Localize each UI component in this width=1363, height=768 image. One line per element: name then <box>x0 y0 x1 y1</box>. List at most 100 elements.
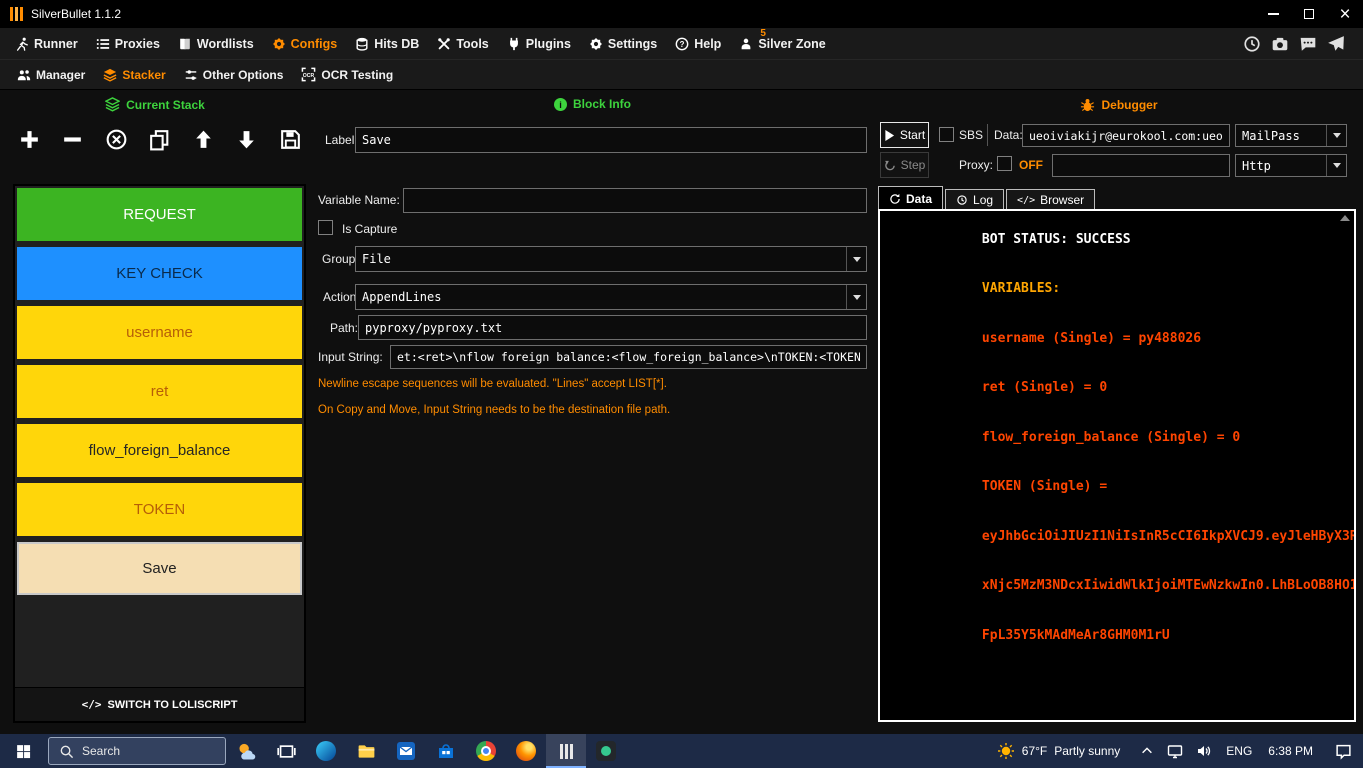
chrome-icon[interactable] <box>466 734 506 768</box>
start-button[interactable]: Start <box>880 122 929 148</box>
group-label: Group: <box>322 252 359 266</box>
stack-panel: REQUEST KEY CHECK username ret flow_fore… <box>14 185 305 722</box>
edge-icon[interactable] <box>306 734 346 768</box>
is-capture-checkbox[interactable] <box>318 220 333 235</box>
action-dropdown[interactable]: AppendLines <box>355 284 867 310</box>
debug-log-line: BOT STATUS: SUCCESS <box>981 231 1131 247</box>
stack-block[interactable]: TOKEN <box>17 483 302 536</box>
menu-hits-db[interactable]: Hits DB <box>346 28 428 59</box>
action-center-icon[interactable] <box>1323 734 1363 768</box>
tab-data[interactable]: Data <box>878 186 944 210</box>
move-up-icon[interactable] <box>188 124 218 154</box>
stack-block[interactable]: REQUEST <box>17 188 302 241</box>
sub-menu: Manager Stacker Other Options OCR OCR Te… <box>0 60 1363 90</box>
volume-icon[interactable] <box>1196 743 1212 759</box>
clock[interactable]: 6:38 PM <box>1258 744 1323 758</box>
weather-condition: Partly sunny <box>1054 744 1121 758</box>
menu-plugins[interactable]: Plugins <box>498 28 580 59</box>
monitor-icon[interactable] <box>1167 743 1183 759</box>
move-down-icon[interactable] <box>232 124 262 154</box>
debug-log-lines: BOT STATUS: SUCCESS VARIABLES: username … <box>888 215 1354 661</box>
debug-log-line: TOKEN (Single) = <box>981 479 1108 494</box>
stack-block[interactable]: flow_foreign_balance <box>17 424 302 477</box>
menu-runner[interactable]: Runner <box>6 28 87 59</box>
sbs-checkbox[interactable] <box>939 127 954 142</box>
stacker-layers-icon <box>103 68 117 82</box>
silverbullet-app-icon[interactable] <box>546 734 586 768</box>
wordlist-type-dropdown[interactable]: MailPass <box>1235 124 1347 147</box>
weather-widget[interactable]: 67°F Partly sunny <box>985 734 1133 768</box>
variable-name-input[interactable] <box>403 188 867 213</box>
tab-log[interactable]: Log <box>945 189 1005 210</box>
maximize-button[interactable] <box>1291 0 1327 28</box>
menu-configs[interactable]: Configs <box>263 28 347 59</box>
stack-block-label: Save <box>142 560 177 577</box>
close-button[interactable]: × <box>1327 0 1363 28</box>
send-icon[interactable] <box>1327 35 1345 53</box>
menu-settings[interactable]: Settings <box>580 28 666 59</box>
copy-move-hint-text: On Copy and Move, Input String needs to … <box>318 404 671 416</box>
submenu-other-options[interactable]: Other Options <box>175 60 293 89</box>
debug-output[interactable]: BOT STATUS: SUCCESS VARIABLES: username … <box>878 209 1356 722</box>
debug-log-line: eyJhbGciOiJIUzI1NiIsInR5cCI6IkpXVCJ9.eyJ… <box>981 528 1354 544</box>
main-content: Current Stack i Block Info Debugger REQU… <box>0 90 1363 734</box>
scroll-up-arrow[interactable] <box>1340 215 1350 221</box>
titlebar: SilverBullet 1.1.2 × <box>0 0 1363 28</box>
task-view-icon[interactable] <box>266 734 306 768</box>
menu-wordlists[interactable]: Wordlists <box>169 28 263 59</box>
step-button[interactable]: Step <box>880 152 929 178</box>
debug-log-line: ret (Single) = 0 <box>981 380 1108 395</box>
stack-block[interactable]: username <box>17 306 302 359</box>
submenu-manager[interactable]: Manager <box>8 60 94 89</box>
data-input[interactable] <box>1022 124 1230 147</box>
save-stack-icon[interactable] <box>275 124 305 154</box>
windows-start-icon <box>15 743 32 760</box>
remove-block-icon[interactable] <box>58 124 88 154</box>
group-dropdown[interactable]: File <box>355 246 867 272</box>
history-icon[interactable] <box>1243 35 1261 53</box>
green-app-icon[interactable] <box>586 734 626 768</box>
tab-browser[interactable]: </> Browser <box>1006 189 1096 210</box>
menu-silver-zone[interactable]: 5 Silver Zone <box>730 28 834 59</box>
path-input[interactable] <box>358 315 867 340</box>
clear-stack-icon[interactable] <box>101 124 131 154</box>
language-indicator[interactable]: ENG <box>1220 744 1258 758</box>
menu-tools[interactable]: Tools <box>428 28 497 59</box>
block-info-form: Label: Variable Name: Is Capture Group: … <box>310 90 875 734</box>
silverbullet-logo-icon <box>10 7 23 21</box>
firefox-icon[interactable] <box>506 734 546 768</box>
news-weather-icon[interactable] <box>226 734 266 768</box>
file-explorer-icon[interactable] <box>346 734 386 768</box>
minimize-button[interactable] <box>1255 0 1291 28</box>
proxy-checkbox[interactable] <box>997 156 1012 171</box>
chat-icon[interactable] <box>1299 35 1317 53</box>
start-button-windows[interactable] <box>0 734 46 768</box>
stack-block-label: KEY CHECK <box>116 265 203 282</box>
proxy-input[interactable] <box>1052 154 1230 177</box>
input-string-input[interactable] <box>390 345 867 369</box>
stack-block[interactable]: ret <box>17 365 302 418</box>
store-icon[interactable] <box>426 734 466 768</box>
add-block-icon[interactable] <box>14 124 44 154</box>
switch-to-loliscript-button[interactable]: </> SWITCH TO LOLISCRIPT <box>15 687 304 721</box>
clone-block-icon[interactable] <box>145 124 175 154</box>
menu-help[interactable]: ? Help <box>666 28 730 59</box>
stack-block[interactable]: KEY CHECK <box>17 247 302 300</box>
proxy-type-dropdown[interactable]: Http <box>1235 154 1347 177</box>
chevron-down-icon <box>1326 125 1346 146</box>
debugger-tabs: Data Log </> Browser <box>878 186 1097 210</box>
data-label: Data: <box>994 128 1023 142</box>
mail-app-icon[interactable] <box>386 734 426 768</box>
menu-proxies[interactable]: Proxies <box>87 28 169 59</box>
close-icon: × <box>1339 3 1351 25</box>
submenu-stacker[interactable]: Stacker <box>94 60 174 89</box>
taskbar-search-box[interactable]: Search <box>48 737 226 765</box>
camera-icon[interactable] <box>1271 35 1289 53</box>
chevron-up-icon[interactable] <box>1140 744 1154 758</box>
chevron-down-icon <box>846 285 866 309</box>
submenu-ocr-testing[interactable]: OCR OCR Testing <box>292 60 402 89</box>
label-input[interactable] <box>355 127 867 153</box>
stack-block-list: REQUEST KEY CHECK username ret flow_fore… <box>17 188 302 601</box>
system-tray <box>1132 743 1220 759</box>
stack-block[interactable]: Save <box>17 542 302 595</box>
